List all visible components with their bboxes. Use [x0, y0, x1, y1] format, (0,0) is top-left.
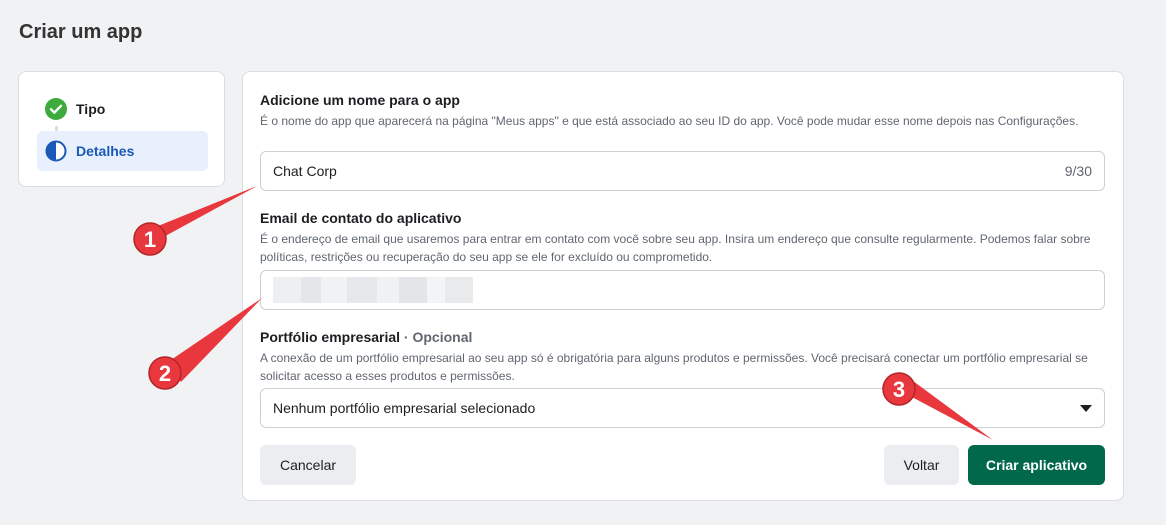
page-title: Criar um app: [19, 21, 143, 43]
steps-panel: Tipo Detalhes: [18, 71, 225, 187]
name-section-description: É o nome do app que aparecerá na página …: [260, 114, 1079, 128]
check-circle-icon: [45, 98, 67, 120]
step-detalhes[interactable]: Detalhes: [37, 131, 208, 171]
annotation-label-2: 2: [159, 361, 171, 386]
half-circle-icon: [45, 140, 67, 162]
contact-email-input[interactable]: [260, 270, 1105, 310]
back-button[interactable]: Voltar: [884, 445, 959, 485]
email-section: Email de contato do aplicativo É o ender…: [260, 210, 1105, 266]
annotation-arrow-1: 1: [133, 186, 257, 256]
portfolio-select[interactable]: Nenhum portfólio empresarial selecionado: [260, 388, 1105, 428]
app-details-form: Adicione um nome para o app É o nome do …: [242, 71, 1124, 501]
annotation-label-1: 1: [144, 227, 156, 252]
name-section: Adicione um nome para o app É o nome do …: [260, 92, 1105, 130]
portfolio-section-title: Portfólio empresarial · Opcional: [260, 329, 1105, 345]
step-label: Detalhes: [76, 143, 135, 159]
redacted-email: [273, 277, 473, 303]
step-label: Tipo: [76, 101, 106, 117]
portfolio-selected-value: Nenhum portfólio empresarial selecionado: [273, 400, 536, 416]
email-section-description: É o endereço de email que usaremos para …: [260, 232, 1091, 264]
portfolio-section: Portfólio empresarial · Opcional A conex…: [260, 329, 1105, 385]
caret-down-icon: [1080, 404, 1092, 412]
cancel-button[interactable]: Cancelar: [260, 445, 356, 485]
email-section-title: Email de contato do aplicativo: [260, 210, 462, 226]
app-name-value: Chat Corp: [273, 163, 337, 179]
app-name-input[interactable]: Chat Corp 9/30: [260, 151, 1105, 191]
step-tipo[interactable]: Tipo: [37, 89, 208, 129]
name-section-title: Adicione um nome para o app: [260, 92, 460, 108]
char-counter: 9/30: [1064, 163, 1092, 179]
optional-label: · Opcional: [400, 329, 473, 345]
portfolio-title-text: Portfólio empresarial: [260, 329, 401, 345]
portfolio-section-description: A conexão de um portfólio empresarial ao…: [260, 351, 1088, 383]
create-app-button[interactable]: Criar aplicativo: [968, 445, 1105, 485]
